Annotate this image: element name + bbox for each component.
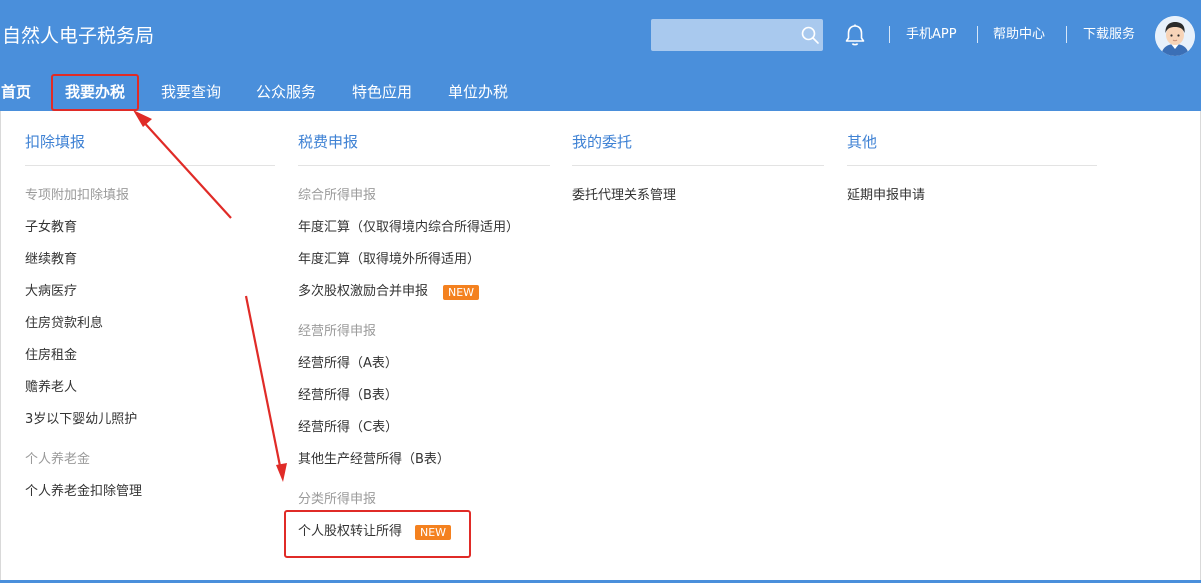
menu-item-business-income-b[interactable]: 经营所得（B表） — [298, 387, 398, 405]
menu-item-business-income-a[interactable]: 经营所得（A表） — [298, 355, 398, 373]
column-title-other: 其他 — [847, 133, 878, 151]
nav-unit-tax[interactable]: 单位办税 — [448, 80, 508, 104]
help-center-link[interactable]: 帮助中心 — [993, 25, 1045, 45]
subheading-special-deduction: 专项附加扣除填报 — [25, 188, 130, 203]
menu-item-continuing-education[interactable]: 继续教育 — [25, 251, 77, 269]
header-bar: 自然人电子税务局 手机APP 帮助中心 下载服务 首页 我要办税 我要查询 公众… — [0, 0, 1201, 111]
menu-item-elderly-support[interactable]: 赡养老人 — [25, 379, 77, 397]
menu-item-housing-rent[interactable]: 住房租金 — [25, 347, 77, 365]
menu-item-serious-illness[interactable]: 大病医疗 — [25, 283, 77, 301]
nav-home[interactable]: 首页 — [1, 80, 31, 104]
subheading-personal-pension: 个人养老金 — [25, 452, 91, 467]
avatar[interactable] — [1155, 16, 1195, 56]
nav-query[interactable]: 我要查询 — [161, 80, 221, 104]
site-title: 自然人电子税务局 — [2, 25, 155, 47]
header-divider — [1066, 26, 1067, 43]
search-icon[interactable] — [800, 25, 820, 45]
menu-item-equity-incentive-merge[interactable]: 多次股权激励合并申报 — [298, 283, 428, 301]
column-divider — [572, 165, 824, 166]
column-title-deduction: 扣除填报 — [25, 133, 86, 151]
menu-item-infant-care[interactable]: 3岁以下婴幼儿照护 — [25, 411, 137, 429]
search-input[interactable] — [651, 19, 823, 51]
mobile-app-link[interactable]: 手机APP — [906, 25, 957, 45]
header-divider — [889, 26, 890, 43]
column-title-declaration: 税费申报 — [298, 133, 359, 151]
nav-featured-apps[interactable]: 特色应用 — [352, 80, 412, 104]
subheading-comprehensive-income: 综合所得申报 — [298, 188, 377, 203]
menu-item-business-income-c[interactable]: 经营所得（C表） — [298, 419, 398, 437]
avatar-icon — [1155, 16, 1195, 56]
subheading-classified-income: 分类所得申报 — [298, 492, 377, 507]
column-divider — [298, 165, 550, 166]
nav-public-service[interactable]: 公众服务 — [256, 80, 316, 104]
menu-item-housing-loan-interest[interactable]: 住房贷款利息 — [25, 315, 103, 333]
menu-item-equity-transfer-income[interactable]: 个人股权转让所得 — [298, 523, 402, 541]
menu-item-children-education[interactable]: 子女教育 — [25, 219, 77, 237]
column-divider — [847, 165, 1097, 166]
menu-item-annual-settlement-overseas[interactable]: 年度汇算（取得境外所得适用） — [298, 251, 480, 269]
new-badge: NEW — [415, 525, 452, 540]
menu-item-other-business-income-b[interactable]: 其他生产经营所得（B表） — [298, 451, 450, 469]
menu-item-agency-management[interactable]: 委托代理关系管理 — [572, 187, 676, 205]
download-service-link[interactable]: 下载服务 — [1083, 25, 1135, 45]
header-divider — [977, 26, 978, 43]
dropdown-menu-panel — [0, 111, 1201, 581]
column-title-entrust: 我的委托 — [572, 133, 633, 151]
subheading-business-income: 经营所得申报 — [298, 324, 377, 339]
menu-item-annual-settlement-domestic[interactable]: 年度汇算（仅取得境内综合所得适用） — [298, 219, 519, 237]
bell-icon[interactable] — [844, 23, 866, 47]
column-divider — [25, 165, 275, 166]
nav-tax-handling[interactable]: 我要办税 — [65, 80, 125, 104]
new-badge: NEW — [443, 285, 480, 300]
menu-item-pension-deduction[interactable]: 个人养老金扣除管理 — [25, 483, 142, 501]
menu-item-deferred-filing[interactable]: 延期申报申请 — [847, 187, 925, 205]
